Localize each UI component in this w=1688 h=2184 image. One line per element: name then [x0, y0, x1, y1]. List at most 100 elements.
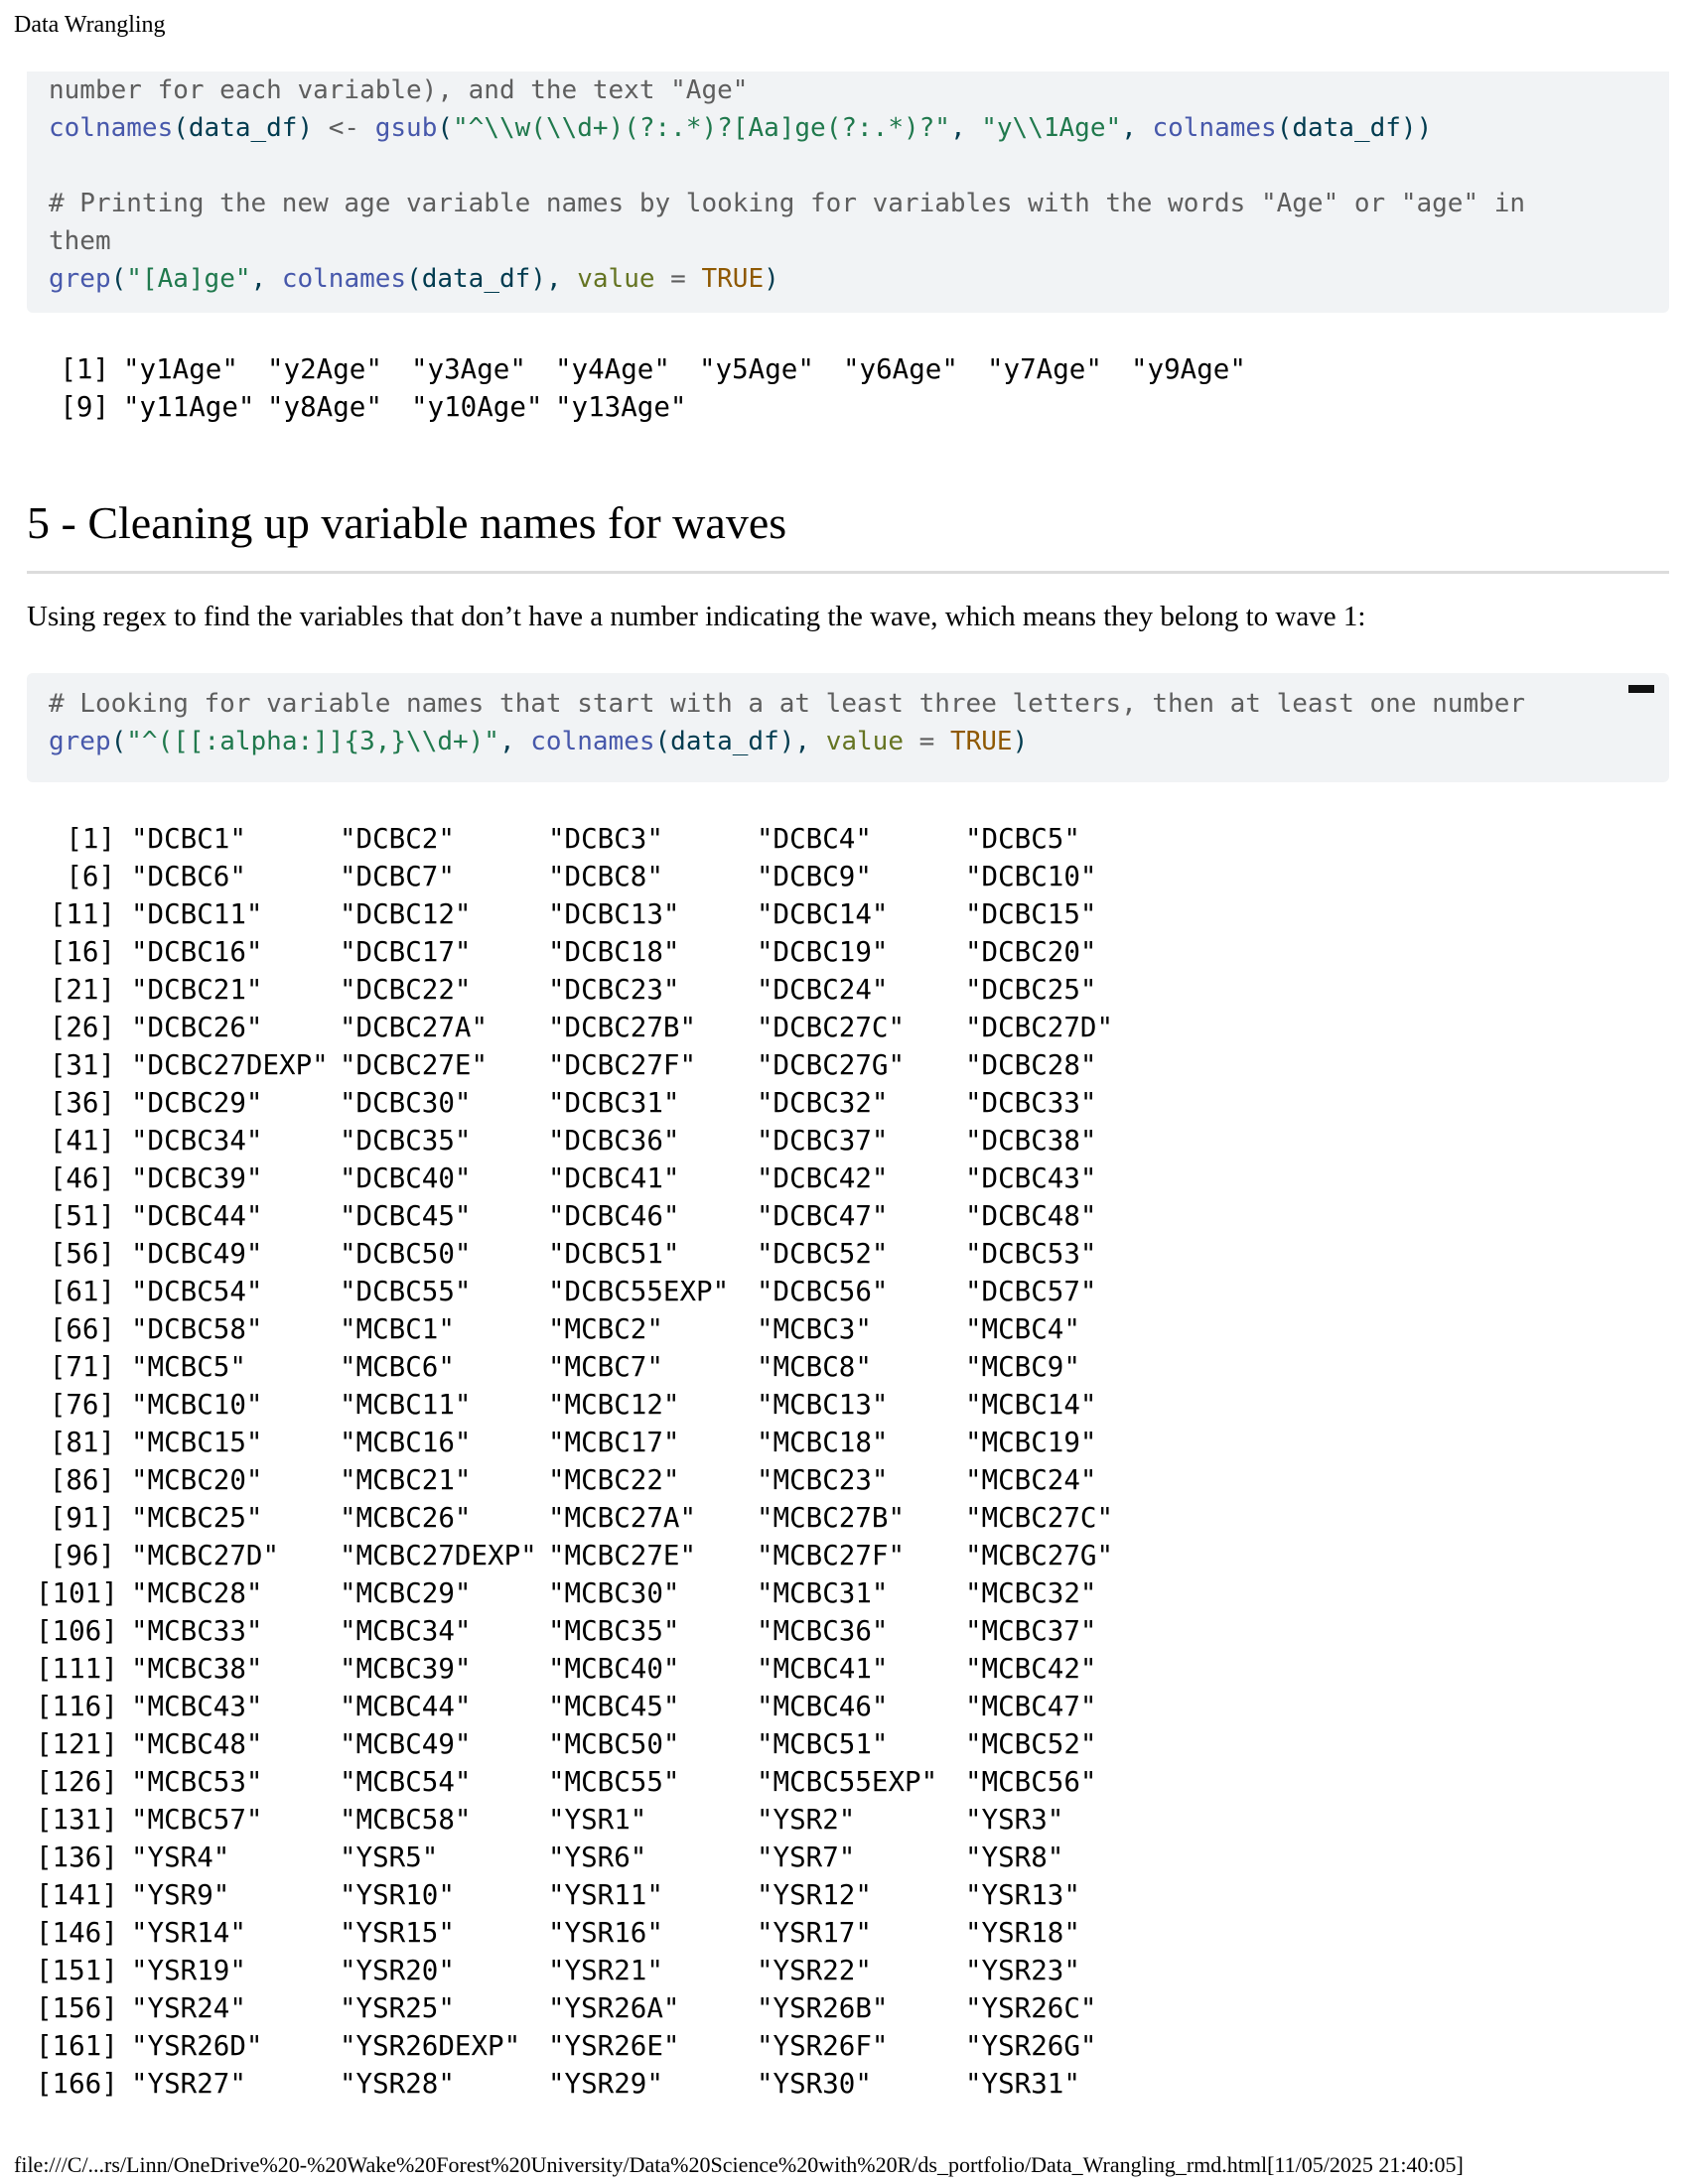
- output-value: "YSR28": [340, 2068, 455, 2100]
- output-value: "YSR11": [548, 1879, 663, 1911]
- section-divider: [27, 571, 1669, 574]
- output-row-index: [41]: [49, 1125, 115, 1157]
- output-row: [36] "DCBC29" "DCBC30" "DCBC31" "DCBC32" "DCB…: [36, 1084, 1158, 1122]
- output-value: "MCBC33": [131, 1615, 263, 1647]
- output-row: [9] "y11Age" "y8Age" "y10Age" "y13Age": [52, 388, 1261, 426]
- output-row: [86] "MCBC20" "MCBC21" "MCBC22" "MCBC23" "MCB…: [36, 1461, 1158, 1499]
- output-row-index: [131]: [36, 1804, 118, 1836]
- output-value: "MCBC8": [757, 1351, 872, 1383]
- output-value: "y10Age": [411, 391, 543, 423]
- output-row-index: [91]: [49, 1502, 115, 1534]
- output-value: "DCBC31": [548, 1087, 680, 1119]
- output-value: "MCBC53": [131, 1766, 263, 1798]
- output-row: [161] "YSR26D" "YSR26DEXP" "YSR26E" "YSR26F"…: [36, 2027, 1158, 2065]
- output-row-index: [151]: [36, 1955, 118, 1986]
- output-value: "MCBC9": [965, 1351, 1080, 1383]
- output-value: "YSR15": [340, 1917, 455, 1949]
- output-value: "DCBC17": [340, 936, 472, 968]
- output-value: "DCBC27A": [340, 1012, 489, 1043]
- output-value: "DCBC58": [131, 1313, 263, 1345]
- code-token: (data_df),: [406, 264, 578, 294]
- code-block-grep-waves: # Looking for variable names that start …: [27, 673, 1669, 782]
- code-token: colnames: [281, 264, 407, 294]
- output-value: "MCBC43": [131, 1691, 263, 1722]
- code-line: # Looking for variable names that start …: [49, 685, 1525, 723]
- output-row-index: [6]: [66, 861, 115, 892]
- output-value: "MCBC55": [548, 1766, 680, 1798]
- output-value: "YSR13": [965, 1879, 1080, 1911]
- code-token: them: [49, 226, 111, 256]
- output-value: "MCBC27E": [548, 1540, 697, 1571]
- output-row: [46] "DCBC39" "DCBC40" "DCBC41" "DCBC42" "DCB…: [36, 1160, 1158, 1197]
- output-value: "YSR4": [131, 1842, 230, 1873]
- code-token: ,: [498, 727, 531, 756]
- output-value: "MCBC29": [340, 1577, 472, 1609]
- output-value: "MCBC25": [131, 1502, 263, 1534]
- output-value: "DCBC38": [965, 1125, 1097, 1157]
- code-token: =: [903, 727, 950, 756]
- code-token: ,: [949, 113, 982, 143]
- output-value: "MCBC49": [340, 1728, 472, 1760]
- output-value: "YSR29": [548, 2068, 663, 2100]
- output-value: "MCBC16": [340, 1427, 472, 1458]
- output-row: [21] "DCBC21" "DCBC22" "DCBC23" "DCBC24" "DCB…: [36, 971, 1158, 1009]
- output-value: "MCBC27D": [131, 1540, 280, 1571]
- output-value: "MCBC4": [965, 1313, 1080, 1345]
- output-value: "DCBC56": [757, 1276, 889, 1307]
- output-value: "DCBC11": [131, 898, 263, 930]
- output-value: "MCBC27C": [965, 1502, 1114, 1534]
- output-value: "DCBC26": [131, 1012, 263, 1043]
- output-value: "MCBC27DEXP": [340, 1540, 537, 1571]
- code-line: grep("^([[:alpha:]]{3,}\\d+)", colnames(…: [49, 723, 1525, 760]
- output-row-index: [71]: [49, 1351, 115, 1383]
- code-text: number for each variable), and the text …: [49, 71, 1525, 298]
- code-token: (: [437, 113, 454, 143]
- output-value: "YSR3": [965, 1804, 1064, 1836]
- output-value: "DCBC54": [131, 1276, 263, 1307]
- code-token: colnames: [1152, 113, 1277, 143]
- output-value: "DCBC29": [131, 1087, 263, 1119]
- code-token: "[Aa]ge": [126, 264, 251, 294]
- output-value: "MCBC56": [965, 1766, 1097, 1798]
- code-text: # Looking for variable names that start …: [49, 685, 1525, 760]
- output-value: "MCBC44": [340, 1691, 472, 1722]
- output-value: "MCBC24": [965, 1464, 1097, 1496]
- output-value: "MCBC41": [757, 1653, 889, 1685]
- output-value: "YSR10": [340, 1879, 455, 1911]
- output-value: "DCBC27DEXP": [131, 1049, 329, 1081]
- output-value: "DCBC24": [757, 974, 889, 1006]
- output-value: "MCBC32": [965, 1577, 1097, 1609]
- output-age-variables: [1] "y1Age" "y2Age" "y3Age" "y4Age" "y5Age" "y…: [52, 350, 1261, 426]
- output-value: "DCBC51": [548, 1238, 680, 1270]
- output-value: "y13Age": [555, 391, 687, 423]
- output-value: "DCBC13": [548, 898, 680, 930]
- output-value: "DCBC48": [965, 1200, 1097, 1232]
- output-value: "YSR26C": [965, 1992, 1097, 2024]
- output-value: "YSR24": [131, 1992, 246, 2024]
- output-row: [121] "MCBC48" "MCBC49" "MCBC50" "MCBC51" "MC…: [36, 1725, 1158, 1763]
- output-value: "YSR5": [340, 1842, 439, 1873]
- output-value: "DCBC27E": [340, 1049, 489, 1081]
- footer-file-path: file:///C/...rs/Linn/OneDrive%20-%20Wake…: [14, 2152, 1464, 2177]
- output-value: "DCBC27D": [965, 1012, 1114, 1043]
- output-value: "MCBC36": [757, 1615, 889, 1647]
- code-line: grep("[Aa]ge", colnames(data_df), value …: [49, 260, 1525, 298]
- section-paragraph: Using regex to find the variables that d…: [27, 601, 1366, 632]
- collapse-code-button[interactable]: [1628, 685, 1654, 693]
- code-token: colnames: [49, 113, 174, 143]
- output-row: [11] "DCBC11" "DCBC12" "DCBC13" "DCBC14" "DCB…: [36, 895, 1158, 933]
- code-token: (data_df): [173, 113, 329, 143]
- output-value: "MCBC48": [131, 1728, 263, 1760]
- code-line: colnames(data_df) <- gsub("^\\w(\\d+)(?:…: [49, 109, 1525, 147]
- output-value: "DCBC20": [965, 936, 1097, 968]
- output-value: "DCBC22": [340, 974, 472, 1006]
- output-value: "MCBC39": [340, 1653, 472, 1685]
- output-value: "DCBC27C": [757, 1012, 906, 1043]
- output-value: "MCBC42": [965, 1653, 1097, 1685]
- output-row-index: [76]: [49, 1389, 115, 1421]
- output-value: "YSR31": [965, 2068, 1080, 2100]
- output-row: [151] "YSR19" "YSR20" "YSR21" "YSR22" "YSR23": [36, 1952, 1158, 1989]
- output-value: "YSR26E": [548, 2030, 680, 2062]
- output-value: "YSR20": [340, 1955, 455, 1986]
- code-token: ): [1012, 727, 1029, 756]
